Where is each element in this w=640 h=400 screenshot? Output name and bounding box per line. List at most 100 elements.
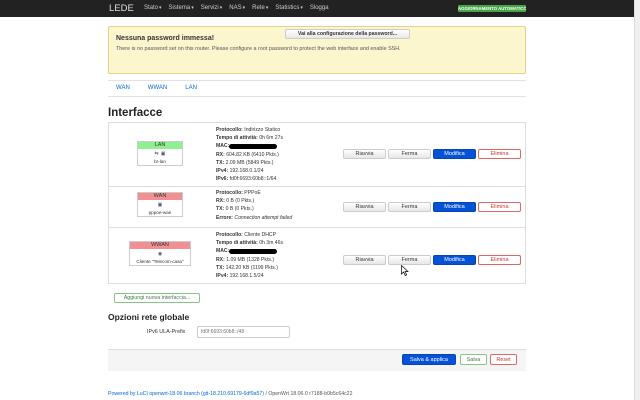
password-config-button[interactable]: Vai alla configurazione della password..… (285, 29, 410, 39)
status-value: Indirizzo Statico (242, 127, 281, 133)
status-label: MAC: (216, 143, 230, 150)
nav-item-statistics[interactable]: Statistics (275, 5, 299, 11)
interface-name: LAN (138, 142, 182, 149)
stop-button[interactable]: Ferma (388, 255, 431, 265)
bridge-icon: ⇆ (154, 150, 159, 157)
status-line: Protocollo: PPPoE (216, 189, 292, 197)
ethernet-icon: ▣ (157, 201, 163, 208)
stop-button[interactable]: Ferma (388, 149, 431, 159)
wifi-icon: ◉ (157, 250, 163, 257)
interface-row-lan: LAN ⇆ ▣ br-lan Protocollo: Indirizzo Statico… (109, 123, 525, 187)
interface-device: br-lan (154, 159, 166, 164)
delete-button[interactable]: Elimina (478, 255, 521, 265)
status-line: Tempo di attività: 0h 6m 27s (216, 134, 283, 142)
reload-button[interactable]: Riavvia (343, 202, 386, 212)
interface-badge[interactable]: WAN ▣ pppoe-wan (137, 192, 183, 217)
status-line: MAC: (216, 142, 283, 150)
divider (108, 80, 526, 81)
footer-version: / OpenWrt 18.06.0 r7188-b0b5c64c22 (264, 391, 353, 397)
interfaces-table: LAN ⇆ ▣ br-lan Protocollo: Indirizzo Statico… (108, 122, 526, 284)
mouse-cursor-icon (401, 265, 409, 276)
status-line: IPv4: 192.168.1.5/24 (216, 272, 283, 280)
status-line: IPv4: 192.168.0.1/24 (216, 167, 283, 175)
save-button[interactable]: Salva (460, 354, 487, 365)
luci-link[interactable]: Powered by LuCI openwrt-18.06 branch (gi… (108, 391, 264, 397)
caret-down-icon: ▾ (242, 5, 246, 11)
status-line: Errore: Connection attempt failed (216, 214, 292, 222)
interface-row-wwan: WWAN ◉ Cliente "Telecom-casa" Protocollo: C… (109, 228, 525, 283)
ethernet-icon: ▣ (160, 150, 166, 157)
status-line: Protocollo: Indirizzo Statico (216, 126, 283, 134)
status-value: 0h 6m 27s (257, 135, 283, 142)
reload-button[interactable]: Riavvia (343, 255, 386, 265)
status-value: 142.20 KB (1199 Pkts.) (224, 264, 278, 271)
edit-button[interactable]: Modifica (433, 202, 476, 212)
interface-icons: ◉ (130, 249, 190, 258)
stop-button[interactable]: Ferma (388, 202, 431, 212)
nav-item-sistema[interactable]: Sistema (169, 5, 191, 11)
status-line: RX: 604.82 KB (6410 Pkts.) (216, 151, 283, 159)
status-label: RX: (216, 151, 225, 158)
status-line: TX: 142.20 KB (1199 Pkts.) (216, 264, 283, 272)
alert-message: There is no password set on this router.… (116, 46, 401, 52)
nav-item-nas[interactable]: NAS (229, 5, 241, 11)
caret-down-icon: ▾ (219, 5, 223, 11)
status-value: 0 B (0 Pkts.) (224, 198, 255, 205)
delete-button[interactable]: Elimina (478, 202, 521, 212)
ula-prefix-input[interactable] (197, 326, 290, 338)
nav-item-slogga[interactable]: Slogga (310, 5, 329, 11)
reset-button[interactable]: Reset (490, 354, 517, 365)
interface-status: Protocollo: Cliente DHCP Tempo di attivit… (216, 231, 283, 280)
status-value: 0 B (0 Pkts.) (224, 206, 254, 213)
status-value: fd0f:6693:60b8::1/64 (228, 176, 277, 183)
nav-item-servizi[interactable]: Servizi (201, 5, 219, 11)
status-value: 0h 3m 46s (257, 240, 283, 247)
caret-down-icon: ▾ (191, 5, 194, 11)
caret-down-icon: ▾ (300, 5, 303, 11)
autorefresh-badge[interactable]: AGGIORNAMENTO AUTOMATICO ACCESO (458, 5, 526, 12)
status-line: TX: 0 B (0 Pkts.) (216, 205, 292, 213)
delete-button[interactable]: Elimina (478, 149, 521, 159)
redacted-mac (229, 143, 278, 149)
status-value: 1.09 MB (1328 Pkts.) (224, 256, 275, 263)
status-label: IPv4: (216, 273, 229, 280)
status-label: Tempo di attività: (216, 240, 258, 247)
status-line: IPv6: fd0f:6693:60b8::1/64 (216, 175, 283, 183)
tab-lan[interactable]: LAN (185, 85, 197, 91)
interface-device: pppoe-wan (148, 210, 172, 215)
tab-wwan[interactable]: WWAN (148, 85, 167, 91)
interface-badge[interactable]: LAN ⇆ ▣ br-lan (137, 141, 183, 166)
edit-button[interactable]: Modifica (433, 255, 476, 265)
reload-button[interactable]: Riavvia (343, 149, 386, 159)
status-value: 192.168.0.1/24 (228, 168, 264, 175)
interface-icons: ▣ (138, 200, 182, 209)
save-apply-button[interactable]: Salva & applica (402, 354, 456, 365)
status-line: Tempo di attività: 0h 3m 46s (216, 239, 283, 247)
status-label: IPv6: (216, 176, 229, 183)
status-value: 192.168.1.5/24 (228, 273, 264, 280)
status-line: RX: 1.09 MB (1328 Pkts.) (216, 256, 283, 264)
status-line: RX: 0 B (0 Pkts.) (216, 197, 292, 205)
status-line: Protocollo: Cliente DHCP (216, 231, 283, 239)
interface-name: WAN (138, 193, 182, 200)
tab-wan[interactable]: WAN (116, 85, 130, 91)
status-line: MAC: (216, 247, 283, 255)
edit-button[interactable]: Modifica (433, 149, 476, 159)
global-options-heading: Opzioni rete globale (108, 312, 190, 322)
ula-prefix-label: IPv6 ULA-Prefix (147, 329, 186, 335)
footer: Powered by LuCI openwrt-18.06 branch (gi… (108, 391, 352, 397)
add-interface-button[interactable]: Aggiungi nuova interfaccia... (114, 293, 200, 303)
nav-item-stato[interactable]: Stato (144, 5, 158, 11)
interface-device: Cliente "Telecom-casa" (136, 259, 184, 264)
interface-name: WWAN (130, 242, 190, 249)
brand-logo[interactable]: LEDE (109, 3, 134, 14)
interface-tabs: WAN WWAN LAN (116, 85, 215, 91)
nav-item-rete[interactable]: Rete (252, 5, 265, 11)
status-value: 2.09 MB (5849 Pkts.) (224, 159, 274, 166)
page-scrollbar[interactable] (634, 0, 640, 400)
interface-status: Protocollo: Indirizzo Statico Tempo di at… (216, 126, 283, 183)
status-value: PPPoE (242, 190, 261, 196)
caret-down-icon: ▾ (265, 5, 269, 11)
interface-badge[interactable]: WWAN ◉ Cliente "Telecom-casa" (129, 241, 191, 266)
redacted-mac (229, 248, 278, 254)
